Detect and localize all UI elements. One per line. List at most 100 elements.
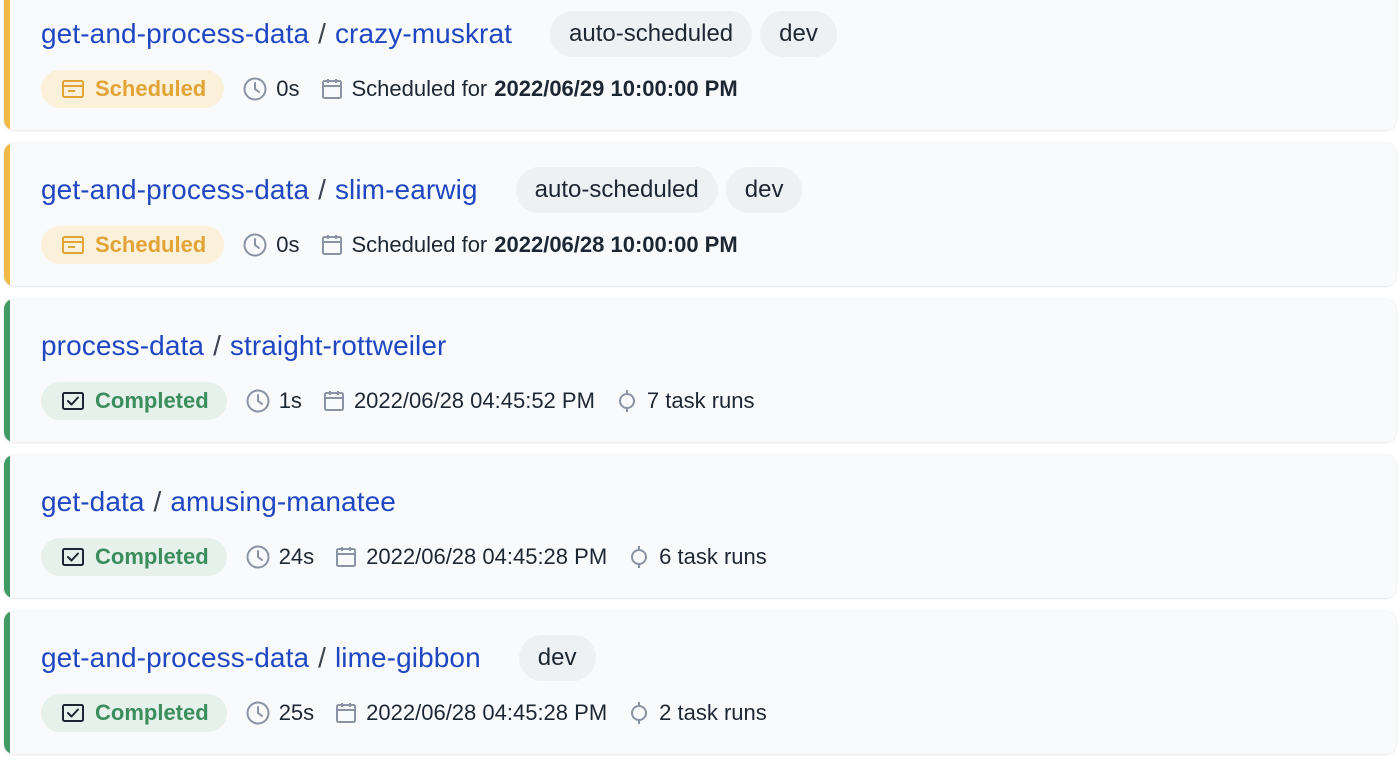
calendar-icon [321, 79, 342, 99]
flow-run-title: get-and-process-data / lime-gibbon dev [41, 633, 596, 683]
state-accent-bar [4, 299, 10, 442]
state-accent-bar [4, 143, 10, 286]
calendar-ticket-icon [62, 236, 84, 254]
duration: 24s [245, 544, 314, 570]
state-label: Completed [95, 700, 209, 725]
flow-run-meta: Completed 25s 2022/06/28 04:45:28 PM 2 t… [41, 693, 787, 733]
flow-name-link[interactable]: process-data [41, 330, 204, 362]
calendar-ticket-icon [62, 80, 84, 98]
breadcrumb-separator: / [213, 330, 221, 361]
calendar-icon [321, 235, 342, 255]
task-run-icon [631, 546, 648, 568]
breadcrumb-separator: / [318, 642, 326, 673]
tag-chip: auto-scheduled [515, 167, 718, 213]
state-label: Scheduled [95, 76, 207, 101]
start-time: 2022/06/28 04:45:28 PM [334, 544, 607, 570]
state-accent-bar [4, 455, 10, 598]
breadcrumb-separator: / [153, 486, 162, 517]
time-prefix: Scheduled for [351, 232, 488, 257]
tag-list: auto-scheduled dev [515, 167, 803, 213]
time-value: 2022/06/28 04:45:52 PM [353, 388, 595, 413]
duration-value: 25s [278, 700, 315, 725]
start-time: 2022/06/28 04:45:28 PM [334, 700, 607, 726]
time-prefix: Scheduled for [351, 76, 488, 101]
state-label: Scheduled [95, 232, 207, 257]
flow-run-card[interactable]: process-data / straight-rottweiler Compl… [4, 299, 1396, 442]
tag-chip: dev [725, 167, 803, 213]
flow-name-link[interactable]: get-and-process-data [41, 642, 309, 674]
check-square-icon [62, 392, 84, 410]
time-value: 2022/06/29 10:00:00 PM [494, 76, 738, 101]
duration: 25s [245, 700, 314, 726]
flow-run-list: get-and-process-data / crazy-muskrat aut… [0, 0, 1400, 775]
task-run-count: 2 task runs [627, 700, 767, 726]
duration: 0s [242, 232, 300, 258]
flow-run-meta: Completed 24s 2022/06/28 04:45:28 PM 6 t… [41, 537, 787, 577]
state-badge: Scheduled [41, 226, 225, 264]
task-run-count-label: 6 task runs [659, 544, 767, 569]
duration: 1s [245, 388, 302, 414]
flow-run-card[interactable]: get-data / amusing-manatee Completed 24s… [4, 455, 1396, 598]
flow-run-title: get-and-process-data / slim-earwig auto-… [41, 165, 803, 215]
clock-icon [246, 389, 270, 413]
check-square-icon [62, 704, 84, 722]
clock-icon [246, 701, 270, 725]
task-run-count-label: 7 task runs [646, 388, 755, 413]
duration-value: 24s [278, 544, 315, 569]
state-label: Completed [95, 544, 209, 569]
tag-list: dev [518, 635, 596, 681]
flow-run-name-link[interactable]: crazy-muskrat [335, 18, 512, 50]
calendar-icon [323, 391, 344, 411]
start-time: 2022/06/28 04:45:52 PM [322, 388, 595, 414]
flow-run-name-link[interactable]: slim-earwig [335, 174, 478, 206]
flow-name-link[interactable]: get-and-process-data [41, 174, 309, 206]
state-accent-bar [4, 0, 10, 130]
state-badge: Completed [41, 538, 227, 576]
calendar-icon [336, 703, 357, 723]
flow-name-link[interactable]: get-data [41, 486, 145, 518]
duration-value: 1s [278, 388, 302, 413]
state-badge: Completed [41, 694, 227, 732]
flow-run-card[interactable]: get-and-process-data / lime-gibbon dev C… [4, 611, 1396, 754]
time-value: 2022/06/28 10:00:00 PM [494, 232, 738, 257]
flow-name-link[interactable]: get-and-process-data [41, 18, 309, 50]
tag-chip: auto-scheduled [550, 11, 753, 57]
tag-list: auto-scheduled dev [550, 11, 837, 57]
task-run-count: 7 task runs [615, 388, 755, 414]
flow-run-title: process-data / straight-rottweiler [41, 321, 446, 371]
duration-value: 0s [276, 232, 300, 257]
duration: 0s [242, 76, 300, 102]
state-accent-bar [4, 611, 10, 754]
task-run-count-label: 2 task runs [659, 700, 767, 725]
flow-run-meta: Completed 1s 2022/06/28 04:45:52 PM 7 ta… [41, 381, 775, 421]
task-run-icon [631, 702, 648, 724]
flow-run-meta: Scheduled 0s Scheduled for 2022/06/28 10… [41, 225, 758, 265]
flow-run-name-link[interactable]: straight-rottweiler [230, 330, 447, 362]
flow-run-title: get-data / amusing-manatee [41, 477, 396, 527]
tag-chip: dev [760, 11, 837, 57]
time-value: 2022/06/28 04:45:28 PM [366, 700, 608, 725]
tag-chip: dev [518, 635, 596, 681]
flow-run-name-link[interactable]: amusing-manatee [170, 486, 396, 518]
time-value: 2022/06/28 04:45:28 PM [366, 544, 608, 569]
task-run-count: 6 task runs [627, 544, 767, 570]
clock-icon [243, 233, 267, 257]
breadcrumb-separator: / [318, 174, 326, 205]
start-time: Scheduled for 2022/06/28 10:00:00 PM [320, 232, 738, 258]
duration-value: 0s [276, 76, 300, 101]
flow-run-name-link[interactable]: lime-gibbon [335, 642, 481, 674]
start-time: Scheduled for 2022/06/29 10:00:00 PM [320, 76, 738, 102]
state-badge: Scheduled [41, 70, 225, 108]
flow-run-card[interactable]: get-and-process-data / crazy-muskrat aut… [4, 0, 1396, 130]
task-run-icon [618, 390, 635, 412]
flow-run-meta: Scheduled 0s Scheduled for 2022/06/29 10… [41, 69, 758, 109]
flow-run-card[interactable]: get-and-process-data / slim-earwig auto-… [4, 143, 1396, 286]
clock-icon [243, 77, 267, 101]
calendar-icon [336, 547, 357, 567]
clock-icon [246, 545, 270, 569]
check-square-icon [62, 548, 84, 566]
breadcrumb-separator: / [318, 18, 326, 49]
state-badge: Completed [41, 382, 227, 420]
flow-run-title: get-and-process-data / crazy-muskrat aut… [41, 9, 837, 59]
state-label: Completed [95, 388, 209, 413]
